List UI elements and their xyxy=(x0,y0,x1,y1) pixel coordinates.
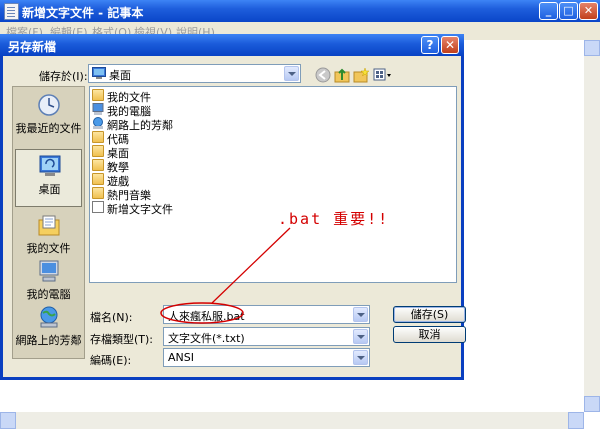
annotation-arrow-line xyxy=(211,227,291,304)
annotation-text: .bat 重要!! xyxy=(278,210,390,228)
filename-highlight-ellipse xyxy=(160,302,244,324)
